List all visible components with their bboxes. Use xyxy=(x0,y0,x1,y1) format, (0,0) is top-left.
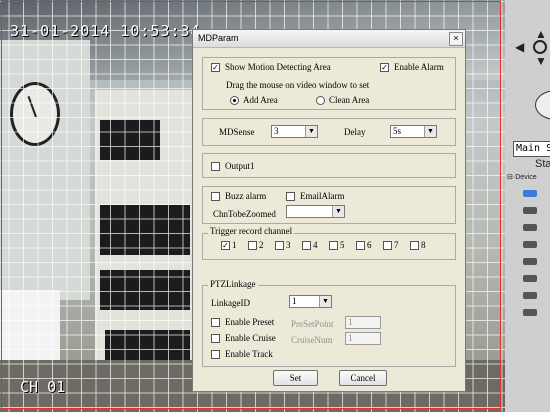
ptz-left-icon[interactable]: ◀ xyxy=(515,40,524,55)
linkage-id-value: 1 xyxy=(292,296,297,306)
linkage-id-label: LinkageID xyxy=(211,298,250,308)
channel-6-checkbox[interactable] xyxy=(356,241,365,250)
md-sense-value: 3 xyxy=(274,126,279,136)
channel-8-label: 8 xyxy=(421,240,426,250)
enable-track-checkbox[interactable] xyxy=(211,350,220,359)
buzz-alarm-checkbox[interactable] xyxy=(211,192,220,201)
channel-4-checkbox[interactable] xyxy=(302,241,311,250)
preset-point-input[interactable]: 1 xyxy=(345,316,381,329)
chn-zoom-select[interactable]: ▼ xyxy=(286,205,345,218)
control-panel: ▲ ◀ ▼ Main Stream Start ⊟·Device xyxy=(505,0,550,412)
close-button[interactable]: × xyxy=(449,32,463,46)
delay-value: 5s xyxy=(393,126,402,136)
osd-channel: CH 01 xyxy=(20,378,66,396)
device-tree-item[interactable] xyxy=(523,309,537,316)
md-sense-select[interactable]: 3 ▼ xyxy=(271,125,318,138)
channel-1-label: 1 xyxy=(232,240,237,250)
chevron-down-icon: ▼ xyxy=(424,126,436,137)
chevron-down-icon: ▼ xyxy=(319,296,331,307)
channel-7-checkbox[interactable] xyxy=(383,241,392,250)
channel-5-checkbox[interactable] xyxy=(329,241,338,250)
enable-track-label: Enable Track xyxy=(225,349,273,359)
delay-label: Delay xyxy=(344,127,366,137)
channel-2-label: 2 xyxy=(259,240,264,250)
buzz-alarm-label: Buzz alarm xyxy=(225,191,267,201)
cancel-button[interactable]: Cancel xyxy=(339,370,387,386)
md-sense-label: MDSense xyxy=(219,127,255,137)
device-tree-item[interactable] xyxy=(523,241,537,248)
drag-hint-text: Drag the mouse on video window to set xyxy=(226,80,370,90)
channel-4-label: 4 xyxy=(313,240,318,250)
add-area-radio[interactable] xyxy=(230,96,239,105)
channel-8-checkbox[interactable] xyxy=(410,241,419,250)
dialog-titlebar[interactable]: MDParam × xyxy=(193,30,465,48)
add-area-label: Add Area xyxy=(243,95,278,105)
device-tree-item[interactable] xyxy=(523,292,537,299)
cruise-num-input[interactable]: 1 xyxy=(345,332,381,345)
chn-zoom-label: ChnTobeZoomed xyxy=(213,209,276,219)
channel-2-checkbox[interactable] xyxy=(248,241,257,250)
ptz-down-icon[interactable]: ▼ xyxy=(535,54,547,69)
channel-5-label: 5 xyxy=(340,240,345,250)
linkage-id-select[interactable]: 1 ▼ xyxy=(289,295,332,308)
start-button[interactable]: Start xyxy=(535,158,550,170)
device-tree-item[interactable] xyxy=(523,190,537,197)
device-tree-item[interactable] xyxy=(523,224,537,231)
channel-3-label: 3 xyxy=(286,240,291,250)
output1-label: Output1 xyxy=(225,161,255,171)
device-tree-item[interactable] xyxy=(523,275,537,282)
set-button[interactable]: Set xyxy=(273,370,318,386)
device-tree-item[interactable] xyxy=(523,258,537,265)
chevron-down-icon: ▼ xyxy=(305,126,317,137)
osd-timestamp: 31-01-2014 10:53:34 xyxy=(10,22,201,40)
clean-area-label: Clean Area xyxy=(329,95,370,105)
md-param-dialog: MDParam × ✓ Show Motion Detecting Area ✓… xyxy=(192,29,466,392)
control-knob[interactable] xyxy=(535,90,550,120)
delay-select[interactable]: 5s ▼ xyxy=(390,125,437,138)
show-motion-area-label: Show Motion Detecting Area xyxy=(225,62,331,72)
enable-alarm-checkbox[interactable]: ✓ xyxy=(380,63,389,72)
trigger-record-title: Trigger record channel xyxy=(208,226,295,236)
channel-7-label: 7 xyxy=(394,240,399,250)
dialog-title: MDParam xyxy=(198,33,239,43)
channel-1-checkbox[interactable]: ✓ xyxy=(221,241,230,250)
chevron-down-icon: ▼ xyxy=(332,206,344,217)
ptz-control[interactable]: ▲ ◀ ▼ xyxy=(513,27,550,70)
device-tree-item[interactable] xyxy=(523,207,537,214)
ptz-center-icon[interactable] xyxy=(533,40,547,54)
enable-cruise-label: Enable Cruise xyxy=(225,333,276,343)
channel-3-checkbox[interactable] xyxy=(275,241,284,250)
clean-area-radio[interactable] xyxy=(316,96,325,105)
cruise-num-label: CruiseNum xyxy=(291,335,333,345)
enable-preset-checkbox[interactable] xyxy=(211,318,220,327)
stream-select[interactable]: Main Stream xyxy=(513,141,550,157)
enable-alarm-label: Enable Alarm xyxy=(394,62,444,72)
enable-cruise-checkbox[interactable] xyxy=(211,334,220,343)
device-tree-root[interactable]: ⊟·Device xyxy=(507,173,537,181)
enable-preset-label: Enable Preset xyxy=(225,317,275,327)
email-alarm-label: EmailAlarm xyxy=(300,191,345,201)
preset-point-label: PreSetPoint xyxy=(291,319,334,329)
show-motion-area-checkbox[interactable]: ✓ xyxy=(211,63,220,72)
output1-checkbox[interactable] xyxy=(211,162,220,171)
email-alarm-checkbox[interactable] xyxy=(286,192,295,201)
channel-6-label: 6 xyxy=(367,240,372,250)
ptz-linkage-title: PTZLinkage xyxy=(208,279,258,289)
